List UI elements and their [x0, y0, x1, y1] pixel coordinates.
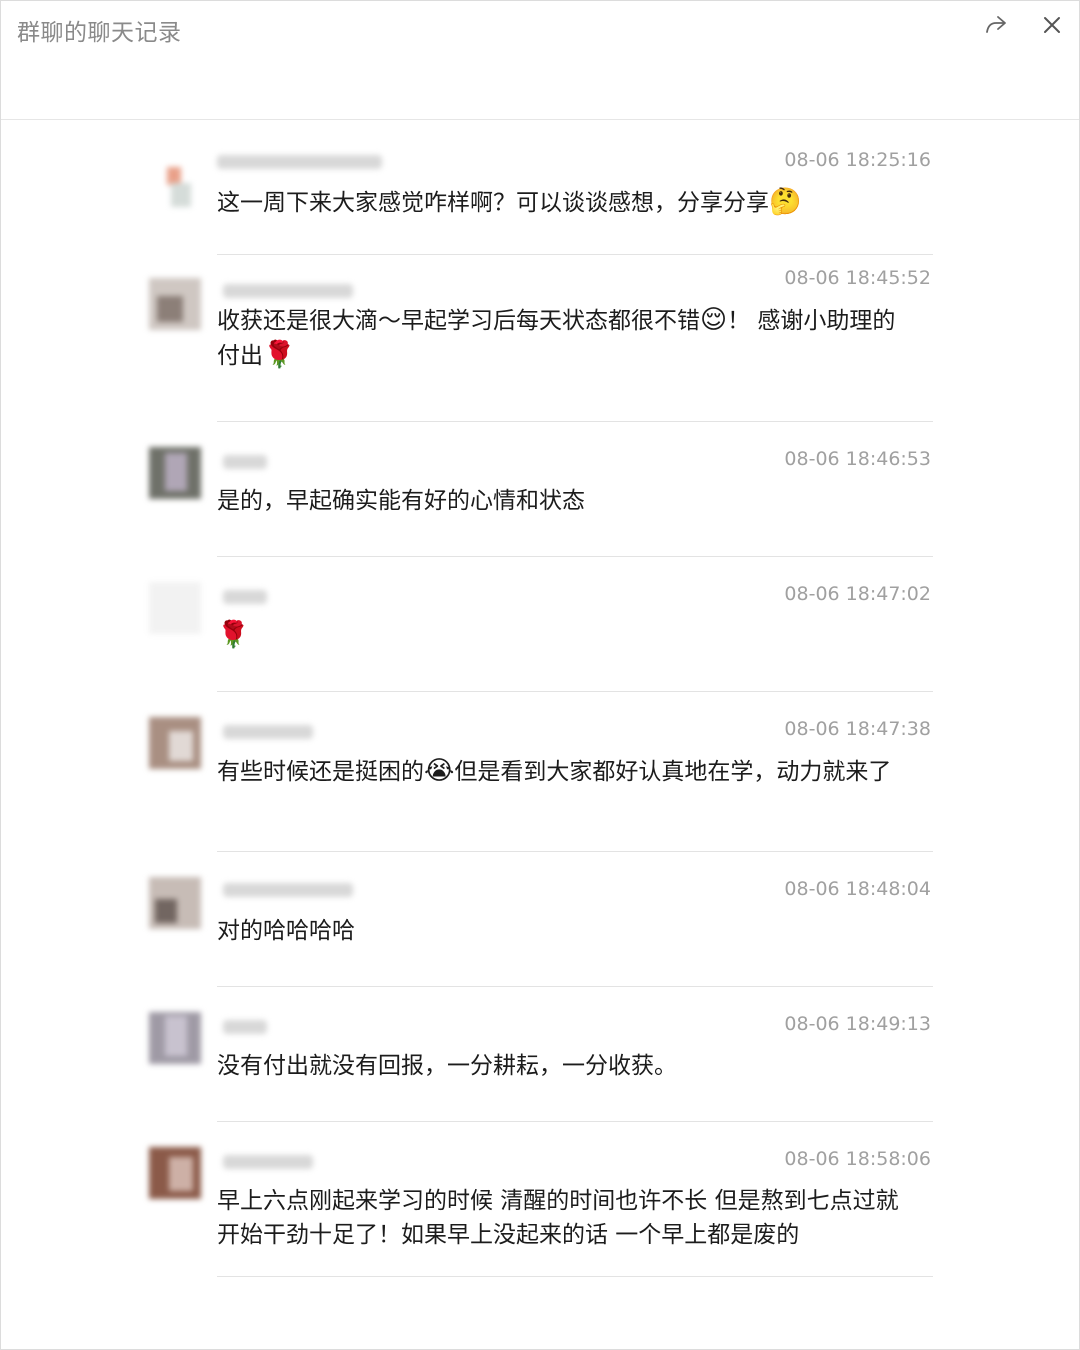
divider: [217, 254, 933, 255]
share-arrow-icon: [986, 16, 1006, 33]
message-item: 08-06 18:45:52 收获还是很大滴～早起学习后每天状态都很不错😌！ 感…: [1, 256, 1079, 422]
relieved-face-emoji: 😌: [700, 305, 728, 335]
message-text[interactable]: 🌹: [217, 618, 907, 653]
message-text[interactable]: 没有付出就没有回报，一分耕耘，一分收获。: [217, 1049, 907, 1083]
thinking-face-emoji: 🤔: [769, 187, 802, 217]
window-title: 群聊的聊天记录: [17, 20, 182, 46]
sender-name: [217, 877, 367, 901]
message-time: 08-06 18:48:04: [784, 878, 931, 900]
message-time: 08-06 18:47:02: [784, 583, 931, 605]
avatar[interactable]: [149, 1147, 201, 1199]
avatar[interactable]: [149, 582, 201, 634]
message-item: 08-06 18:58:06 早上六点刚起来学习的时候 清醒的时间也许不长 但是…: [1, 1123, 1079, 1279]
avatar[interactable]: [149, 447, 201, 499]
divider: [217, 851, 933, 852]
message-time: 08-06 18:25:16: [784, 149, 931, 171]
sender-name: [217, 719, 327, 743]
crying-face-emoji: 😭: [424, 756, 455, 786]
rose-emoji: 🌹: [217, 620, 250, 650]
avatar[interactable]: [149, 161, 201, 213]
message-item: 08-06 18:47:02 🌹: [1, 558, 1079, 692]
message-text[interactable]: 是的，早起确实能有好的心情和状态: [217, 484, 907, 518]
sender-name: [217, 584, 277, 608]
message-item: 08-06 18:46:53 是的，早起确实能有好的心情和状态: [1, 423, 1079, 557]
avatar[interactable]: [149, 278, 201, 330]
share-button[interactable]: [980, 9, 1012, 41]
message-item: 08-06 18:25:16 这一周下来大家感觉咋样啊？可以谈谈感想，分享分享🤔: [1, 139, 1079, 255]
divider: [217, 691, 933, 692]
message-item: 08-06 18:48:04 对的哈哈哈哈: [1, 853, 1079, 987]
message-text[interactable]: 收获还是很大滴～早起学习后每天状态都很不错😌！ 感谢小助理的付出🌹: [217, 303, 907, 373]
avatar[interactable]: [149, 717, 201, 769]
divider: [217, 421, 933, 422]
message-time: 08-06 18:47:38: [784, 718, 931, 740]
divider: [217, 556, 933, 557]
sender-name: [217, 149, 387, 173]
chat-history-window: 群聊的聊天记录 08-06 18:25:16 这一周下来大家感觉咋样啊？可以谈谈…: [0, 0, 1080, 1350]
avatar[interactable]: [149, 1012, 201, 1064]
divider: [217, 1276, 933, 1277]
close-icon: [1044, 17, 1060, 33]
message-text[interactable]: 早上六点刚起来学习的时候 清醒的时间也许不长 但是熬到七点过就开始干劲十足了！如…: [217, 1184, 907, 1252]
message-time: 08-06 18:58:06: [784, 1148, 931, 1170]
close-button[interactable]: [1036, 9, 1068, 41]
divider: [217, 986, 933, 987]
message-item: 08-06 18:47:38 有些时候还是挺困的😭但是看到大家都好认真地在学，动…: [1, 693, 1079, 852]
message-item: 08-06 18:49:13 没有付出就没有回报，一分耕耘，一分收获。: [1, 988, 1079, 1122]
message-text[interactable]: 对的哈哈哈哈: [217, 914, 907, 948]
sender-name: [217, 278, 367, 302]
sender-name: [217, 1014, 277, 1038]
sender-name: [217, 1149, 327, 1173]
rose-emoji: 🌹: [263, 340, 296, 370]
message-time: 08-06 18:49:13: [784, 1013, 931, 1035]
title-bar: 群聊的聊天记录: [1, 1, 1079, 120]
message-time: 08-06 18:46:53: [784, 448, 931, 470]
message-time: 08-06 18:45:52: [784, 267, 931, 289]
avatar[interactable]: [149, 877, 201, 929]
divider: [217, 1121, 933, 1122]
message-text[interactable]: 有些时候还是挺困的😭但是看到大家都好认真地在学，动力就来了: [217, 754, 907, 789]
message-text[interactable]: 这一周下来大家感觉咋样啊？可以谈谈感想，分享分享🤔: [217, 185, 907, 220]
sender-name: [217, 449, 277, 473]
